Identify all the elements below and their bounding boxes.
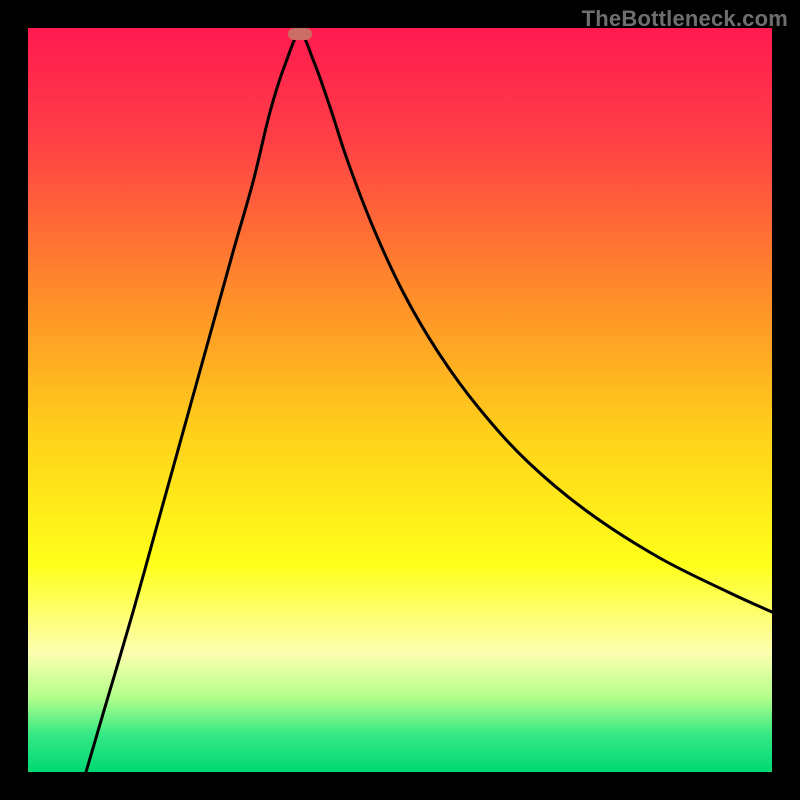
plot-area xyxy=(28,28,772,772)
optimum-marker xyxy=(288,28,312,40)
watermark-text: TheBottleneck.com xyxy=(582,6,788,32)
bottleneck-curve xyxy=(28,28,772,772)
curve-path xyxy=(86,34,772,772)
chart-frame: TheBottleneck.com xyxy=(0,0,800,800)
